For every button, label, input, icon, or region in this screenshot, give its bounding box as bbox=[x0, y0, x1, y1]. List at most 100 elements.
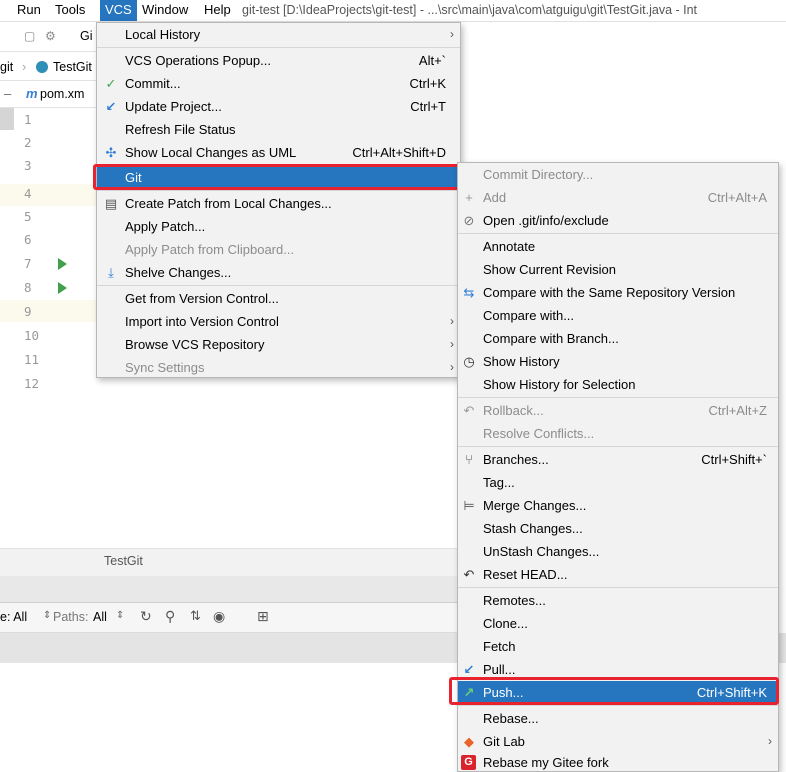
menu-item-branches[interactable]: ⑂ Branches... Ctrl+Shift+` bbox=[458, 448, 778, 471]
menu-item-clone[interactable]: Clone... bbox=[458, 612, 778, 635]
collapse-icon[interactable]: – bbox=[4, 86, 11, 101]
eye-icon[interactable]: ◉ bbox=[213, 608, 225, 625]
line-number: 4 bbox=[24, 186, 32, 201]
menu-item-unstash-changes[interactable]: UnStash Changes... bbox=[458, 540, 778, 563]
menu-item-get-from-vcs[interactable]: Get from Version Control... bbox=[97, 287, 460, 310]
menu-item-create-patch[interactable]: ▤ Create Patch from Local Changes... bbox=[97, 192, 460, 215]
menu-item-browse-vcs-repository[interactable]: Browse VCS Repository › bbox=[97, 333, 460, 356]
menu-item-label: Compare with... bbox=[483, 308, 575, 323]
menu-item-show-current-revision[interactable]: Show Current Revision bbox=[458, 258, 778, 281]
menu-item-merge-changes[interactable]: ⊨ Merge Changes... bbox=[458, 494, 778, 517]
menu-item-sync-settings: Sync Settings › bbox=[97, 356, 460, 379]
menu-item-update-project[interactable]: ↙ Update Project... Ctrl+T bbox=[97, 95, 460, 118]
menu-item-commit[interactable]: ✓ Commit... Ctrl+K bbox=[97, 72, 460, 95]
line-number: 11 bbox=[24, 352, 40, 367]
merge-icon: ⊨ bbox=[463, 498, 475, 513]
menu-help[interactable]: Help bbox=[204, 0, 231, 21]
menu-item-compare-same-repo[interactable]: ⇆ Compare with the Same Repository Versi… bbox=[458, 281, 778, 304]
vcs-menu: Local History › VCS Operations Popup... … bbox=[96, 22, 461, 378]
menu-item-fetch[interactable]: Fetch bbox=[458, 635, 778, 658]
window-title: git-test [D:\IdeaProjects\git-test] - ..… bbox=[242, 3, 698, 17]
menu-item-label: Commit... bbox=[125, 76, 181, 91]
menu-item-compare-with[interactable]: Compare with... bbox=[458, 304, 778, 327]
menu-item-git-lab[interactable]: ◆ Git Lab › bbox=[458, 730, 778, 753]
menu-item-resolve-conflicts: Resolve Conflicts... bbox=[458, 422, 778, 445]
menu-item-reset-head[interactable]: ↶ Reset HEAD... bbox=[458, 563, 778, 586]
cherry-pick-icon[interactable]: ⚲ bbox=[165, 608, 175, 625]
blue-arrow-icon: ↙ bbox=[105, 99, 117, 114]
menu-item-label: Shelve Changes... bbox=[125, 265, 232, 280]
diagram-icon: ✣ bbox=[105, 145, 117, 160]
menu-vcs[interactable]: VCS bbox=[100, 0, 137, 21]
toolbar-icon[interactable]: ⚙ bbox=[45, 29, 56, 43]
menu-item-show-local-changes-uml[interactable]: ✣ Show Local Changes as UML Ctrl+Alt+Shi… bbox=[97, 141, 460, 164]
breadcrumb: git › TestGit bbox=[0, 53, 100, 81]
menu-item-refresh-file-status[interactable]: Refresh File Status bbox=[97, 118, 460, 141]
menu-item-show-history-selection[interactable]: Show History for Selection bbox=[458, 373, 778, 396]
menu-item-remotes[interactable]: Remotes... bbox=[458, 589, 778, 612]
tab-testgit-label[interactable]: TestGit bbox=[104, 554, 143, 568]
run-arrow-icon[interactable] bbox=[58, 282, 67, 294]
menu-item-label: Compare with the Same Repository Version bbox=[483, 285, 736, 300]
compare-arrows-icon: ⇆ bbox=[463, 285, 475, 300]
sort-icon[interactable]: ⇅ bbox=[190, 608, 201, 624]
toolbar-text: Gi bbox=[80, 29, 93, 43]
expand-icon[interactable]: ⊞ bbox=[257, 608, 269, 625]
highlight-box-git bbox=[93, 164, 460, 190]
menu-item-apply-patch[interactable]: Apply Patch... bbox=[97, 215, 460, 238]
breadcrumb-project[interactable]: git bbox=[0, 60, 13, 74]
menu-item-label: Rebase... bbox=[483, 711, 539, 726]
menu-item-import-into-vcs[interactable]: Import into Version Control › bbox=[97, 310, 460, 333]
line-number: 5 bbox=[24, 209, 32, 224]
line-number: 2 bbox=[24, 135, 32, 150]
chevron-right-icon: › bbox=[768, 734, 772, 748]
menu-item-vcs-operations-popup[interactable]: VCS Operations Popup... Alt+` bbox=[97, 49, 460, 72]
menu-run[interactable]: Run bbox=[17, 0, 41, 21]
menu-item-show-history[interactable]: ◷ Show History bbox=[458, 350, 778, 373]
tab-pom[interactable]: pom.xm bbox=[40, 87, 84, 101]
menu-item-tag[interactable]: Tag... bbox=[458, 471, 778, 494]
chevron-right-icon: › bbox=[450, 314, 454, 328]
menu-item-label: Show History for Selection bbox=[483, 377, 636, 392]
menu-item-compare-with-branch[interactable]: Compare with Branch... bbox=[458, 327, 778, 350]
menu-item-label: Clone... bbox=[483, 616, 528, 631]
menu-separator bbox=[458, 705, 778, 706]
menu-separator bbox=[458, 587, 778, 588]
filter-user[interactable]: e: All bbox=[0, 610, 27, 624]
menu-item-rebase[interactable]: Rebase... bbox=[458, 707, 778, 730]
menu-item-label: Apply Patch... bbox=[125, 219, 206, 234]
editor-bottom-tab: TestGit bbox=[0, 548, 460, 576]
menu-item-label: Remotes... bbox=[483, 593, 546, 608]
gitignore-icon: ⊘ bbox=[463, 213, 475, 228]
toolbar-icon[interactable]: ▢ bbox=[24, 29, 35, 43]
menu-item-label: Commit Directory... bbox=[483, 167, 594, 182]
menu-item-annotate[interactable]: Annotate bbox=[458, 235, 778, 258]
run-arrow-icon[interactable] bbox=[58, 258, 67, 270]
maven-icon: m bbox=[26, 86, 38, 101]
menu-item-label: Tag... bbox=[483, 475, 515, 490]
menu-bar: Run Tools VCS Window Help git-test [D:\I… bbox=[0, 0, 786, 22]
menu-item-open-exclude[interactable]: ⊘ Open .git/info/exclude bbox=[458, 209, 778, 232]
menu-item-label: Compare with Branch... bbox=[483, 331, 619, 346]
line-number: 8 bbox=[24, 280, 32, 295]
menu-item-rebase-gitee-fork[interactable]: G Rebase my Gitee fork bbox=[458, 751, 778, 772]
line-number: 3 bbox=[24, 158, 32, 173]
menu-item-shelve-changes[interactable]: ⤓ Shelve Changes... bbox=[97, 261, 460, 284]
line-number: 6 bbox=[24, 232, 32, 247]
refresh-icon[interactable]: ↻ bbox=[140, 608, 152, 625]
menu-item-label: Rebase my Gitee fork bbox=[483, 755, 609, 770]
filter-paths-value[interactable]: All bbox=[93, 610, 107, 624]
undo-icon: ↶ bbox=[463, 403, 475, 418]
menu-item-shortcut: Alt+` bbox=[418, 53, 446, 68]
menu-tools[interactable]: Tools bbox=[55, 0, 85, 21]
menu-item-label: Resolve Conflicts... bbox=[483, 426, 595, 441]
breadcrumb-class[interactable]: TestGit bbox=[53, 60, 92, 74]
chevron-right-icon: › bbox=[22, 59, 27, 74]
menu-item-stash-changes[interactable]: Stash Changes... bbox=[458, 517, 778, 540]
patch-icon: ▤ bbox=[104, 196, 118, 211]
menu-item-local-history[interactable]: Local History › bbox=[97, 23, 460, 46]
menu-window[interactable]: Window bbox=[142, 0, 188, 21]
toolbar: ▢ ⚙ Gi bbox=[0, 22, 100, 52]
filter-bar: e: All ⇕ Paths: All ⇕ ↻ ⚲ ⇅ ◉ ⊞ bbox=[0, 603, 460, 633]
menu-item-label: Branches... bbox=[483, 452, 549, 467]
